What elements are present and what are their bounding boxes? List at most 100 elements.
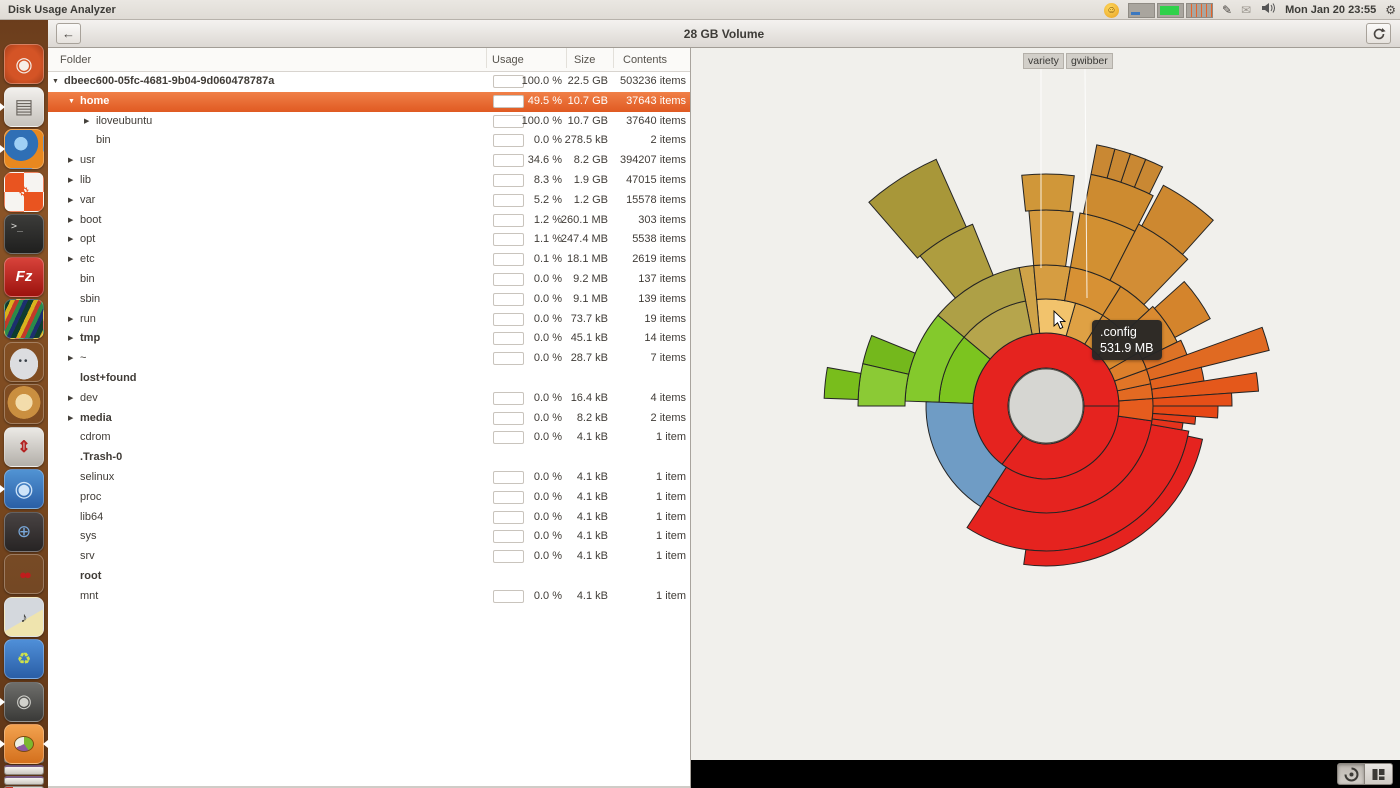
folder-size: 4.1 kB <box>577 547 608 567</box>
launcher-item-planetarium[interactable]: ⊕ <box>4 512 44 552</box>
expander-closed-icon[interactable]: ▶ <box>68 151 73 171</box>
folder-name: boot <box>80 211 101 231</box>
table-row-.Trash-0[interactable]: .Trash-0 <box>48 448 690 468</box>
table-row-usr[interactable]: ▶usr34.6 %8.2 GB394207 items <box>48 151 690 171</box>
expander-closed-icon[interactable]: ▶ <box>68 349 73 369</box>
folder-name: home <box>80 92 109 112</box>
panel-app-title: Disk Usage Analyzer <box>8 4 116 16</box>
column-header-contents[interactable]: Contents <box>623 48 667 72</box>
expander-closed-icon[interactable]: ▶ <box>84 112 89 132</box>
table-row-root[interactable]: root <box>48 567 690 587</box>
table-row-srv[interactable]: srv0.0 %4.1 kB1 item <box>48 547 690 567</box>
back-button[interactable]: ← <box>56 23 81 44</box>
folder-contents: 1 item <box>656 587 686 607</box>
expander-closed-icon[interactable]: ▶ <box>68 310 73 330</box>
folder-size: 18.1 MB <box>567 250 608 270</box>
expander-closed-icon[interactable]: ▶ <box>68 191 73 211</box>
launcher-item-audio-tagger[interactable]: ♪ <box>4 597 44 637</box>
running-indicator-arrow <box>0 145 9 153</box>
usage-progressbar <box>493 233 524 246</box>
table-row-sbin[interactable]: sbin0.0 %9.1 MB139 items <box>48 290 690 310</box>
table-row-media[interactable]: ▶media0.0 %8.2 kB2 items <box>48 409 690 429</box>
launcher-item-filezilla[interactable]: Fz <box>4 257 44 297</box>
column-header-usage[interactable]: Usage <box>492 48 524 72</box>
table-row-opt[interactable]: ▶opt1.1 %247.4 MB5538 items <box>48 230 690 250</box>
usage-progressbar <box>493 431 524 444</box>
table-row-home[interactable]: ▼home49.5 %10.7 GB37643 items <box>48 92 690 112</box>
launcher-item-disk-usage-analyzer[interactable] <box>4 724 44 764</box>
table-row-selinux[interactable]: selinux0.0 %4.1 kB1 item <box>48 468 690 488</box>
column-header-folder[interactable]: Folder <box>60 48 91 72</box>
table-row-lib[interactable]: ▶lib8.3 %1.9 GB47015 items <box>48 171 690 191</box>
table-row-boot[interactable]: ▶boot1.2 %260.1 MB303 items <box>48 211 690 231</box>
launcher-item-firefox[interactable] <box>4 129 44 169</box>
table-row-cdrom[interactable]: cdrom0.0 %4.1 kB1 item <box>48 428 690 448</box>
messaging-menu-icon[interactable]: ✉ <box>1241 0 1251 20</box>
launcher-item-media-app[interactable] <box>4 299 44 339</box>
table-row-run[interactable]: ▶run0.0 %73.7 kB19 items <box>48 310 690 330</box>
clock-indicator[interactable]: Mon Jan 20 23:55 <box>1285 4 1376 16</box>
treemap-chart-view-button[interactable] <box>1365 763 1393 785</box>
chart-center-circle <box>1009 369 1083 443</box>
rings-chart[interactable] <box>691 48 1400 760</box>
chart-segment[interactable] <box>824 367 861 399</box>
launcher-item-ubuntu-tweak[interactable]: ⚙ <box>4 172 44 212</box>
folder-name: media <box>80 409 112 429</box>
expander-open-icon[interactable]: ▼ <box>52 72 59 92</box>
launcher-item-cherries[interactable]: ●● <box>4 554 44 594</box>
table-row-etc[interactable]: ▶etc0.1 %18.1 MB2619 items <box>48 250 690 270</box>
launcher-item-update-manager[interactable]: ⇕ <box>4 427 44 467</box>
launcher-item-owl-figurine[interactable]: •• <box>4 342 44 382</box>
table-row-bin[interactable]: bin0.0 %9.2 MB137 items <box>48 270 690 290</box>
folder-name: lib <box>80 171 91 191</box>
expander-closed-icon[interactable]: ▶ <box>68 250 73 270</box>
chart-segment[interactable] <box>1022 174 1075 211</box>
table-row-proc[interactable]: proc0.0 %4.1 kB1 item <box>48 488 690 508</box>
focused-indicator-arrow <box>39 740 48 748</box>
expander-closed-icon[interactable]: ▶ <box>68 230 73 250</box>
table-row-tmp[interactable]: ▶tmp0.0 %45.1 kB14 items <box>48 329 690 349</box>
table-row-iloveubuntu[interactable]: ▶iloveubuntu100.0 %10.7 GB37640 items <box>48 112 690 132</box>
folder-contents: 1 item <box>656 547 686 567</box>
tablet-pen-indicator-icon[interactable]: ✎ <box>1222 0 1232 20</box>
launcher-item-files[interactable]: ▤ <box>4 87 44 127</box>
folder-contents: 37640 items <box>626 112 686 132</box>
session-gear-icon[interactable]: ⚙ <box>1385 0 1396 20</box>
folder-name: dbeec600-05fc-4681-9b04-9d060478787a <box>64 72 274 92</box>
chart-segment[interactable] <box>1029 210 1073 266</box>
expander-closed-icon[interactable]: ▶ <box>68 211 73 231</box>
launcher-item-music-sync[interactable]: ♻ <box>4 639 44 679</box>
sound-menu-icon[interactable] <box>1260 1 1276 20</box>
expander-closed-icon[interactable]: ▶ <box>68 329 73 349</box>
launcher-item-speaker-box[interactable]: ◉ <box>4 682 44 722</box>
launcher-item-dash-home[interactable]: ◉ <box>4 44 44 84</box>
table-row-mnt[interactable]: mnt0.0 %4.1 kB1 item <box>48 587 690 607</box>
usage-percent: 49.5 % <box>528 92 562 112</box>
folder-name: iloveubuntu <box>96 112 152 132</box>
rings-chart-view-button[interactable] <box>1337 763 1365 785</box>
launcher-item-terminal[interactable]: >_ <box>4 214 44 254</box>
app-indicator-smiley-icon[interactable]: ☺ <box>1104 3 1119 18</box>
refresh-button[interactable] <box>1366 23 1391 44</box>
table-row-~[interactable]: ▶~0.0 %28.7 kB7 items <box>48 349 690 369</box>
expander-open-icon[interactable]: ▼ <box>68 92 75 112</box>
table-row-var[interactable]: ▶var5.2 %1.2 GB15578 items <box>48 191 690 211</box>
table-row-dbeec600-05fc-4681-9b04-9d060478787a[interactable]: ▼dbeec600-05fc-4681-9b04-9d060478787a100… <box>48 72 690 92</box>
table-row-lost+found[interactable]: lost+found <box>48 369 690 389</box>
expander-closed-icon[interactable]: ▶ <box>68 409 73 429</box>
folder-size: 28.7 kB <box>571 349 608 369</box>
folder-contents: 14 items <box>644 329 686 349</box>
table-row-bin[interactable]: bin0.0 %278.5 kB2 items <box>48 131 690 151</box>
table-row-dev[interactable]: ▶dev0.0 %16.4 kB4 items <box>48 389 690 409</box>
stacked-icon[interactable] <box>4 765 44 775</box>
expander-closed-icon[interactable]: ▶ <box>68 389 73 409</box>
expander-closed-icon[interactable]: ▶ <box>68 171 73 191</box>
column-header-size[interactable]: Size <box>574 48 595 72</box>
launcher-item-lion-figurine[interactable] <box>4 384 44 424</box>
table-row-sys[interactable]: sys0.0 %4.1 kB1 item <box>48 527 690 547</box>
chart-segment[interactable] <box>1034 265 1071 301</box>
table-row-lib64[interactable]: lib640.0 %4.1 kB1 item <box>48 508 690 528</box>
launcher-item-chromium[interactable]: ◉ <box>4 469 44 509</box>
stacked-icon[interactable] <box>4 776 44 785</box>
system-monitor-indicator[interactable] <box>1128 3 1213 18</box>
